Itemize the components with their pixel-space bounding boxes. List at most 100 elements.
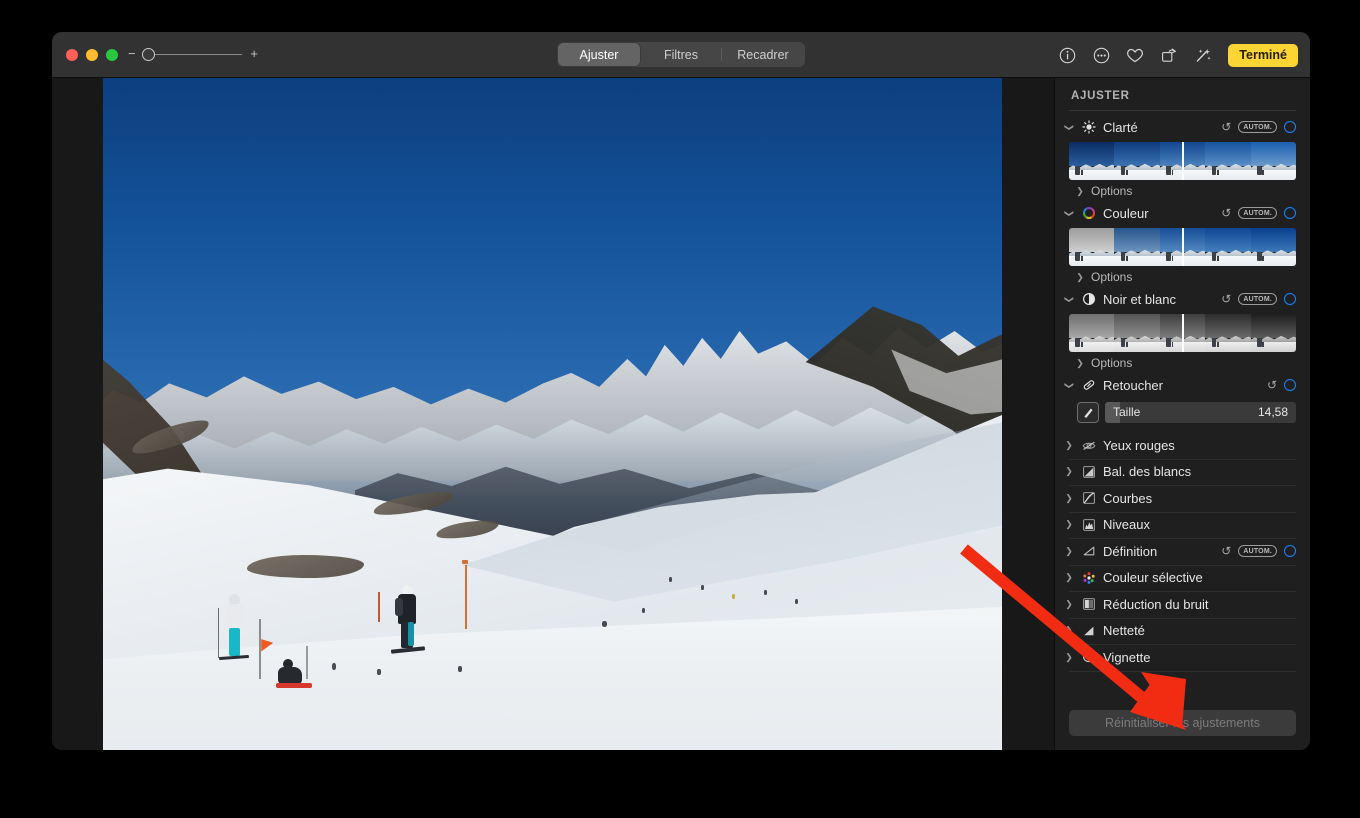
chevron-right-icon[interactable]: ❯	[1063, 572, 1075, 583]
revert-icon[interactable]: ↺	[1267, 379, 1277, 391]
revert-icon[interactable]: ↺	[1221, 293, 1231, 305]
variant-thumbnail[interactable]	[1114, 228, 1160, 266]
chevron-right-icon[interactable]: ❯	[1063, 546, 1075, 557]
toolbar-actions: Terminé	[1056, 32, 1298, 78]
sidebar-row-bal-des-blancs[interactable]: ❯ Bal. des blancs	[1055, 458, 1310, 486]
sidebar-row-vignette[interactable]: ❯ Vignette	[1055, 644, 1310, 671]
red-eye-icon	[1081, 439, 1097, 452]
more-options-icon[interactable]	[1090, 44, 1112, 66]
variant-thumbnail[interactable]	[1250, 228, 1296, 266]
variant-thumbnail[interactable]	[1114, 142, 1160, 180]
couleur-variant-strip[interactable]	[1069, 228, 1296, 266]
zoom-slider-track[interactable]	[144, 54, 242, 55]
maximize-window-button[interactable]	[106, 49, 118, 61]
enable-toggle-ring[interactable]	[1284, 207, 1296, 219]
options-label: Options	[1091, 270, 1133, 284]
variant-selection-marker[interactable]	[1181, 228, 1184, 266]
rotate-icon[interactable]	[1158, 44, 1180, 66]
retoucher-size-slider-row[interactable]: Taille 14,58	[1077, 401, 1296, 423]
zoom-slider[interactable]: − +	[128, 46, 258, 63]
sidebar-row-niveaux[interactable]: ❯ Niveaux	[1055, 511, 1310, 539]
chevron-right-icon[interactable]: ❯	[1075, 272, 1085, 283]
revert-icon[interactable]: ↺	[1221, 207, 1231, 219]
variant-thumbnail[interactable]	[1205, 228, 1251, 266]
clarte-variant-strip[interactable]	[1069, 142, 1296, 180]
revert-icon[interactable]: ↺	[1221, 545, 1231, 557]
section-header-noir-et-blanc[interactable]: ❯ Noir et blanc ↺ AUTOM.	[1055, 287, 1310, 311]
chevron-right-icon[interactable]: ❯	[1075, 358, 1085, 369]
section-header-retoucher[interactable]: ❯ Retoucher ↺	[1055, 373, 1310, 397]
photo-foreground-skier-2	[391, 585, 426, 661]
variant-thumbnail[interactable]	[1250, 314, 1296, 352]
chevron-down-icon[interactable]: ❯	[1064, 293, 1075, 305]
auto-badge[interactable]: AUTOM.	[1238, 121, 1277, 133]
sidebar-row-yeux-rouges[interactable]: ❯ Yeux rouges	[1055, 432, 1310, 459]
enable-toggle-ring[interactable]	[1284, 545, 1296, 558]
section-clarte: ❯ Clarté ↺ AUTOM. ❯ Options	[1055, 115, 1310, 201]
photo-image[interactable]	[103, 78, 1002, 750]
sidebar-row-reduction-du-bruit[interactable]: ❯ Réduction du bruit	[1055, 591, 1310, 618]
chevron-down-icon[interactable]: ❯	[1064, 379, 1075, 391]
sidebar-row-nettete[interactable]: ❯ Netteté	[1055, 617, 1310, 645]
enable-toggle-ring[interactable]	[1284, 121, 1296, 133]
minimize-window-button[interactable]	[86, 49, 98, 61]
clarte-options-row[interactable]: ❯ Options	[1055, 181, 1310, 201]
editor-mode-segmented-control[interactable]: Ajuster Filtres Recadrer	[557, 42, 805, 67]
enable-toggle-ring[interactable]	[1284, 293, 1296, 305]
photo-piste-flag-pole	[259, 618, 262, 680]
chevron-down-icon[interactable]: ❯	[1064, 207, 1075, 219]
sidebar-row-courbes[interactable]: ❯ Courbes	[1055, 485, 1310, 512]
section-header-couleur[interactable]: ❯ Couleur ↺ AUTOM.	[1055, 201, 1310, 225]
chevron-right-icon[interactable]: ❯	[1063, 599, 1075, 610]
size-slider[interactable]: Taille 14,58	[1105, 401, 1296, 423]
variant-thumbnail[interactable]	[1250, 142, 1296, 180]
variant-selection-marker[interactable]	[1181, 314, 1184, 352]
magic-wand-icon[interactable]	[1192, 44, 1214, 66]
variant-thumbnail[interactable]	[1069, 228, 1115, 266]
photo-canvas[interactable]	[52, 78, 1054, 750]
variant-thumbnail[interactable]	[1069, 142, 1115, 180]
chevron-right-icon[interactable]: ❯	[1063, 440, 1075, 451]
noir-et-blanc-variant-strip[interactable]	[1069, 314, 1296, 352]
chevron-right-icon[interactable]: ❯	[1063, 466, 1075, 477]
chevron-right-icon[interactable]: ❯	[1063, 652, 1075, 663]
favorite-heart-icon[interactable]	[1124, 44, 1146, 66]
reset-adjustments-button[interactable]: Réinitialiser les ajustements	[1069, 710, 1296, 736]
variant-thumbnail[interactable]	[1114, 314, 1160, 352]
tab-ajuster[interactable]: Ajuster	[558, 43, 640, 66]
zoom-in-icon[interactable]: +	[250, 46, 258, 62]
auto-badge[interactable]: AUTOM.	[1238, 293, 1277, 305]
sidebar-row-definition[interactable]: ❯ Définition ↺ AUTOM.	[1055, 538, 1310, 565]
revert-icon[interactable]: ↺	[1221, 121, 1231, 133]
photo-distant-skier	[458, 666, 463, 672]
contrast-circle-icon	[1081, 292, 1097, 306]
zoom-out-icon[interactable]: −	[128, 46, 136, 62]
close-window-button[interactable]	[66, 49, 78, 61]
variant-selection-marker[interactable]	[1181, 142, 1184, 180]
tab-filtres[interactable]: Filtres	[640, 43, 722, 66]
photo-distant-skier	[601, 620, 607, 627]
tab-recadrer[interactable]: Recadrer	[721, 43, 804, 66]
couleur-options-row[interactable]: ❯ Options	[1055, 267, 1310, 287]
chevron-right-icon[interactable]: ❯	[1075, 186, 1085, 197]
variant-thumbnail[interactable]	[1205, 314, 1251, 352]
brush-icon[interactable]	[1077, 401, 1099, 423]
info-icon[interactable]	[1056, 44, 1078, 66]
variant-thumbnail[interactable]	[1069, 314, 1115, 352]
auto-badge[interactable]: AUTOM.	[1238, 207, 1277, 219]
done-button[interactable]: Terminé	[1228, 43, 1298, 67]
enable-toggle-ring[interactable]	[1284, 379, 1296, 391]
chevron-down-icon[interactable]: ❯	[1064, 121, 1075, 133]
noir-et-blanc-options-row[interactable]: ❯ Options	[1055, 353, 1310, 373]
sidebar-sections[interactable]: ❯ Clarté ↺ AUTOM. ❯ Options ❯ Couleur ↺ …	[1055, 115, 1310, 710]
variant-thumbnail[interactable]	[1205, 142, 1251, 180]
photo-distant-skier	[795, 598, 799, 604]
auto-badge[interactable]: AUTOM.	[1238, 545, 1277, 558]
chevron-right-icon[interactable]: ❯	[1063, 519, 1075, 530]
section-header-clarte[interactable]: ❯ Clarté ↺ AUTOM.	[1055, 115, 1310, 139]
chevron-right-icon[interactable]: ❯	[1063, 625, 1075, 636]
zoom-slider-knob[interactable]	[142, 48, 155, 61]
sidebar-row-label: Réduction du bruit	[1103, 596, 1209, 612]
sidebar-row-couleur-selective[interactable]: ❯ Couleur sélective	[1055, 564, 1310, 592]
chevron-right-icon[interactable]: ❯	[1063, 493, 1075, 504]
